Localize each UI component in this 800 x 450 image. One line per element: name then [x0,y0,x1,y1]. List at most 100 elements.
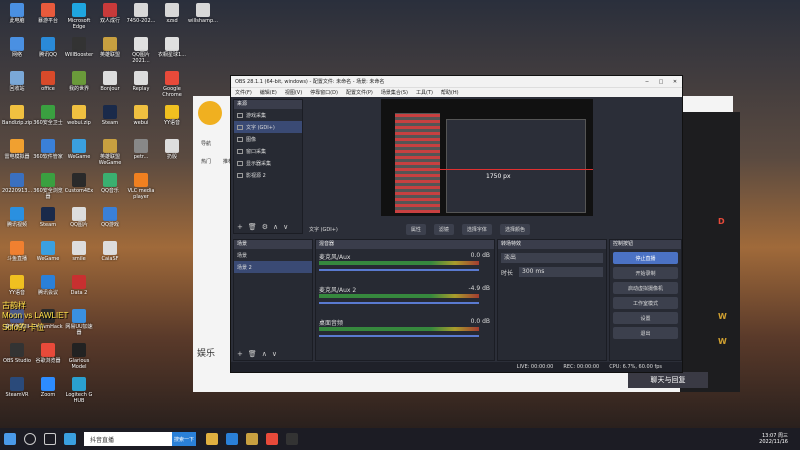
add-icon[interactable]: + [237,223,243,231]
taskbar-search-input[interactable]: 抖音直播 [84,432,172,446]
menu-item[interactable]: 编辑(E) [260,89,277,96]
desktop-icon[interactable]: willshamp... [188,3,218,24]
desktop-icon[interactable]: 衣橱星球1... [157,37,187,58]
transition-select[interactable]: 淡出 [501,253,603,263]
desktop-icon[interactable]: 我的世界 [64,71,94,92]
desktop-icon[interactable]: YY语音 [157,105,187,126]
desktop-icon[interactable]: WeGame [64,139,94,160]
desktop-icon[interactable]: xzsd [157,3,187,24]
desktop-icon[interactable]: 网络 [2,37,32,58]
up-icon[interactable]: ∧ [262,350,267,358]
desktop-icon[interactable]: Steam [33,207,63,228]
desktop-icon[interactable]: Google Chrome [157,71,187,98]
desktop-icon[interactable]: 20220913... [2,173,32,194]
filters-button[interactable]: 滤镜 [433,223,454,235]
preview-canvas[interactable]: 1750 px [381,99,593,216]
menu-item[interactable]: 工具(T) [416,89,433,96]
desktop-icon[interactable]: VLC media player [126,173,156,200]
duration-input[interactable]: 300 ms [519,267,603,277]
desktop-icon[interactable]: Data 2 [64,275,94,296]
desktop-icon[interactable]: 7450-202... [126,3,156,24]
desktop-icon[interactable]: Steam [95,105,125,126]
desktop-icon[interactable]: 网易UU加速器 [64,309,94,336]
gear-icon[interactable]: ⚙ [262,223,268,231]
font-button[interactable]: 选择字体 [461,223,492,235]
virtual-camera-button[interactable]: 启动虚拟摄像机 [613,282,678,294]
studio-mode-button[interactable]: 工作室模式 [613,297,678,309]
up-icon[interactable]: ∧ [273,223,278,231]
chat-submit-button[interactable]: 聊天与回复 [628,372,708,388]
desktop-icon[interactable]: 腾讯会议 [33,275,63,296]
desktop-icon[interactable]: 英雄联盟 [95,37,125,58]
desktop-icon[interactable]: office [33,71,63,92]
desktop-icon[interactable]: Bandizip.zip [2,105,32,126]
windows-start-icon[interactable] [4,433,16,445]
desktop-icon[interactable]: YY语音 [2,275,32,296]
app-letter-icon[interactable]: W [718,312,727,321]
desktop-icon[interactable]: QQ图片2021... [126,37,156,64]
desktop-icon[interactable]: Glarious Model [64,343,94,370]
stop-streaming-button[interactable]: 停止直播 [613,252,678,264]
desktop-icon[interactable]: 英雄联盟 WeGame [95,139,125,166]
desktop-icon[interactable]: petr... [126,139,156,160]
volume-slider[interactable] [319,335,479,337]
task-view-icon[interactable] [44,433,56,445]
desktop-icon[interactable]: 360软件管家 [33,139,63,160]
desktop-icon[interactable]: 360安全浏览器 [33,173,63,200]
desktop-icon[interactable]: 谷歌浏览器 [33,343,63,364]
down-icon[interactable]: ∨ [283,223,288,231]
down-icon[interactable]: ∨ [272,350,277,358]
desktop-icon[interactable]: 双人成行 [95,3,125,24]
desktop-icon[interactable]: Custom4Ex [64,173,94,194]
desktop-icon[interactable]: 斗鱼直播 [2,241,32,262]
source-item[interactable]: 窗口采集 [234,145,302,157]
menu-item[interactable]: 停靠窗口(D) [310,89,338,96]
desktop-icon[interactable]: WeGame [33,241,63,262]
desktop-icon[interactable]: SteamVR [2,377,32,398]
app-letter-icon[interactable]: W [718,337,727,346]
desktop-icon[interactable]: 雷电模拟器 [2,139,32,160]
desktop-icon[interactable]: 暴游平台 [33,3,63,24]
source-item[interactable]: 显示器采集 [234,157,302,169]
start-recording-button[interactable]: 开始录制 [613,267,678,279]
nav-item[interactable]: 导航 [201,140,211,147]
menu-item[interactable]: 文件(F) [235,89,252,96]
close-icon[interactable]: ✕ [668,79,682,85]
menu-item[interactable]: 场景集合(S) [381,89,408,96]
desktop-icon[interactable]: webui.zip [64,105,94,126]
properties-button[interactable]: 属性 [405,223,426,235]
settings-button[interactable]: 设置 [613,312,678,324]
obs-icon[interactable] [286,433,298,445]
desktop-icon[interactable]: smile [64,241,94,262]
app-letter-icon[interactable]: D [718,217,725,226]
desktop-icon[interactable]: OBS Studio [2,343,32,364]
explorer-icon[interactable] [206,433,218,445]
desktop-icon[interactable]: 此电脑 [2,3,32,24]
delete-icon[interactable]: 🗑 [248,350,257,358]
add-icon[interactable]: + [237,350,243,358]
scene-item[interactable]: 场景 2 [234,261,312,273]
menu-item[interactable]: 配置文件(P) [346,89,373,96]
source-item[interactable]: 游戏采集 [234,109,302,121]
search-button[interactable]: 搜索一下 [172,432,196,446]
menu-item[interactable]: 帮助(H) [441,89,459,96]
desktop-icon[interactable]: WillBooster [64,37,94,58]
desktop-icon[interactable]: QQ音乐 [95,173,125,194]
desktop-icon[interactable]: CaiaSF [95,241,125,262]
desktop-icon[interactable]: Logitech G HUB [64,377,94,404]
color-button[interactable]: 选择颜色 [499,223,530,235]
search-icon[interactable] [24,433,36,445]
maximize-icon[interactable]: □ [654,79,668,85]
desktop-icon[interactable]: 回收站 [2,71,32,92]
source-item[interactable]: 图像 [234,133,302,145]
desktop-icon[interactable]: 扔骰 [157,139,187,160]
desktop-icon[interactable]: Microsoft Edge [64,3,94,30]
volume-slider[interactable] [319,269,479,271]
source-item[interactable]: 文字 (GDI+) [234,121,302,133]
desktop-icon[interactable]: QQ图片 [64,207,94,228]
desktop-icon[interactable]: QQ游戏 [95,207,125,228]
desktop-icon[interactable]: 腾讯QQ [33,37,63,58]
menu-item[interactable]: 视图(V) [285,89,302,96]
exit-button[interactable]: 退出 [613,327,678,339]
browser-icon[interactable] [64,433,76,445]
